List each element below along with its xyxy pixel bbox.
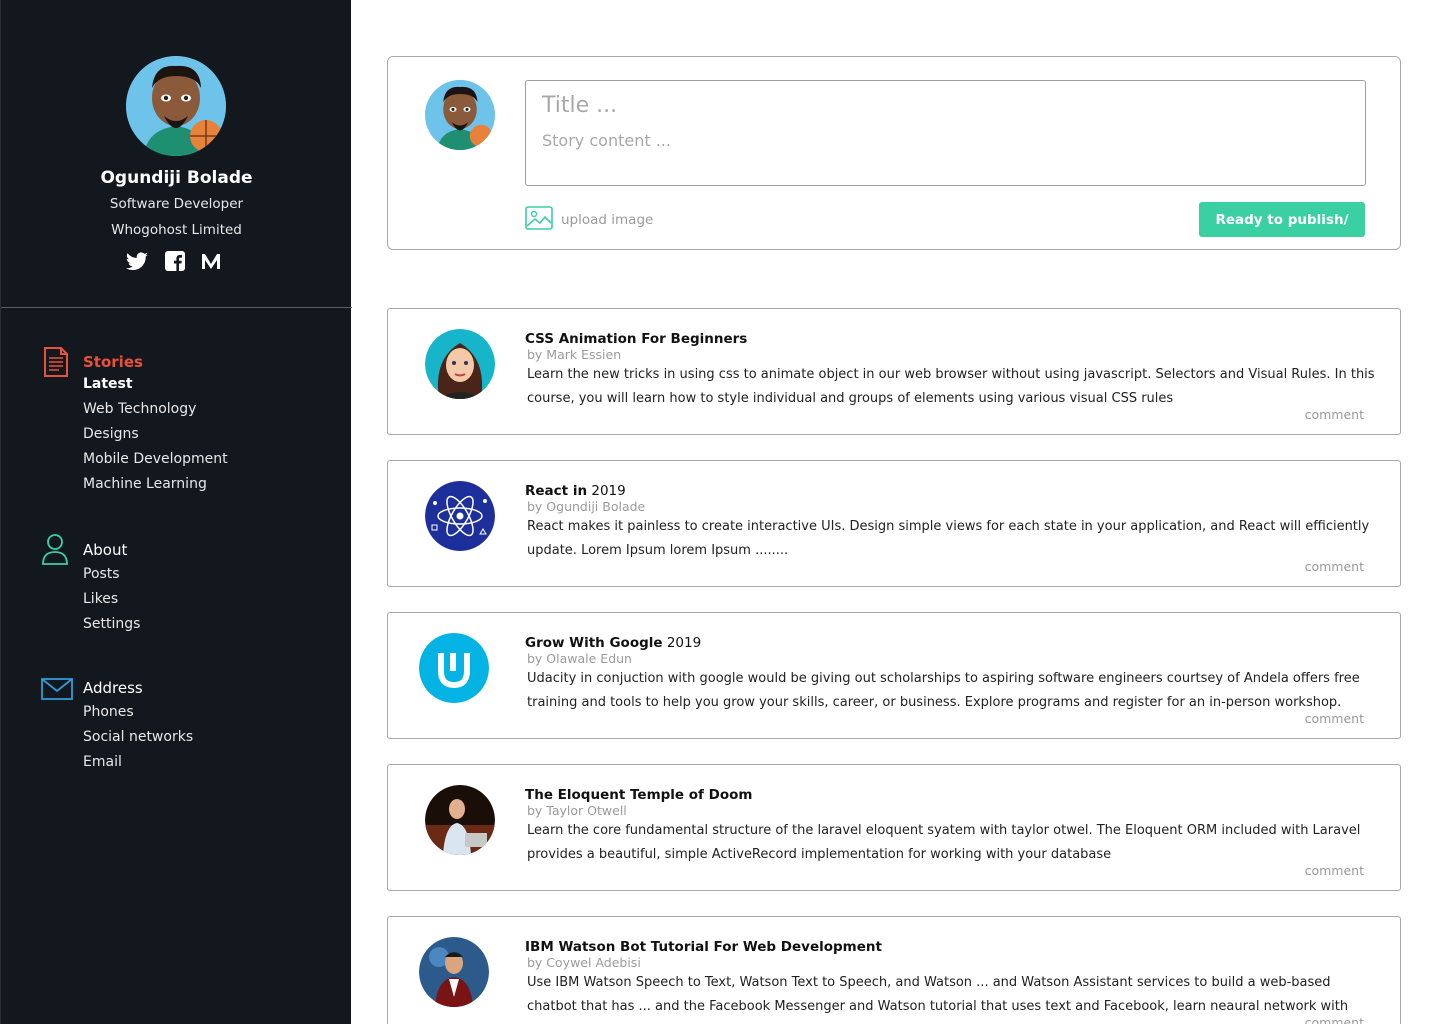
nav-group-about: About Posts Likes Settings [1, 530, 352, 640]
upload-image-button[interactable]: upload image [525, 206, 654, 234]
nav-item-machine-learning[interactable]: Machine Learning [83, 476, 207, 492]
nav-item-mobile-development[interactable]: Mobile Development [83, 451, 228, 467]
story-title[interactable]: React in 2019 [525, 483, 626, 499]
facebook-icon[interactable] [164, 250, 188, 274]
story-title[interactable]: IBM Watson Bot Tutorial For Web Developm… [525, 939, 882, 955]
story-body: Udacity in conjuction with google would … [527, 671, 1360, 710]
story-author[interactable]: by Taylor Otwell [527, 803, 627, 818]
story-composer: upload image Ready to publish/ [387, 56, 1401, 250]
story-title[interactable]: The Eloquent Temple of Doom [525, 787, 752, 803]
profile-company: Whogohost Limited [111, 222, 242, 238]
story-title[interactable]: Grow With Google 2019 [525, 635, 701, 651]
document-icon [41, 346, 71, 377]
story-author[interactable]: by Ogundiji Bolade [527, 499, 645, 514]
story-content-input[interactable] [542, 131, 1342, 150]
twitter-icon[interactable] [124, 250, 148, 274]
profile-role: Software Developer [109, 196, 244, 212]
nav-address[interactable]: Address [83, 679, 143, 697]
social-links [122, 250, 232, 274]
comment-link[interactable]: comment [1305, 1015, 1364, 1024]
user-icon [41, 532, 71, 565]
comment-link[interactable]: comment [1305, 863, 1364, 878]
nav-item-settings[interactable]: Settings [83, 616, 140, 632]
avatar [425, 80, 495, 150]
publish-button[interactable]: Ready to publish/ [1199, 202, 1365, 237]
story-body: Learn the new tricks in using css to ani… [527, 367, 1375, 406]
nav-item-likes[interactable]: Likes [83, 591, 118, 607]
nav-item-email[interactable]: Email [83, 754, 122, 770]
story-body: Learn the core fundamental structure of … [527, 823, 1361, 862]
nav-item-posts[interactable]: Posts [83, 566, 120, 582]
story-title[interactable]: CSS Animation For Beginners [525, 331, 747, 347]
story-card[interactable]: IBM Watson Bot Tutorial For Web Developm… [387, 916, 1401, 1024]
profile-panel: Ogundiji Bolade Software Developer Whogo… [1, 0, 352, 308]
nav-item-social-networks[interactable]: Social networks [83, 729, 193, 745]
story-card[interactable]: CSS Animation For Beginners by Mark Essi… [387, 308, 1401, 435]
story-author[interactable]: by Mark Essien [527, 347, 621, 362]
nav-about[interactable]: About [83, 541, 127, 559]
upload-image-label: upload image [561, 212, 654, 228]
story-author[interactable]: by Coywel Adebisi [527, 955, 641, 970]
sidebar: Ogundiji Bolade Software Developer Whogo… [0, 0, 352, 1024]
profile-name: Ogundiji Bolade [100, 168, 253, 188]
app-root: Ogundiji Bolade Software Developer Whogo… [0, 0, 1440, 1024]
nav-item-latest[interactable]: Latest [83, 376, 133, 392]
nav-group-address: Address Phones Social networks Email [1, 668, 352, 778]
comment-link[interactable]: comment [1305, 407, 1364, 422]
comment-link[interactable]: comment [1305, 711, 1364, 726]
author-avatar [419, 633, 489, 703]
medium-icon[interactable] [200, 250, 224, 274]
story-card[interactable]: Grow With Google 2019 by Olawale Edun Ud… [387, 612, 1401, 739]
story-card[interactable]: The Eloquent Temple of Doom by Taylor Ot… [387, 764, 1401, 891]
author-avatar [425, 785, 495, 855]
story-body: React makes it painless to create intera… [527, 519, 1370, 558]
story-body: Use IBM Watson Speech to Text, Watson Te… [527, 975, 1349, 1024]
author-avatar [419, 937, 489, 1007]
mail-icon [41, 678, 73, 708]
nav-item-designs[interactable]: Designs [83, 426, 139, 442]
author-avatar [425, 329, 495, 399]
story-editor [525, 80, 1366, 186]
avatar[interactable] [126, 56, 226, 156]
nav-stories[interactable]: Stories [83, 353, 143, 371]
story-author[interactable]: by Olawale Edun [527, 651, 632, 666]
image-icon [525, 206, 553, 234]
nav-item-phones[interactable]: Phones [83, 704, 134, 720]
comment-link[interactable]: comment [1305, 559, 1364, 574]
nav-item-web-technology[interactable]: Web Technology [83, 401, 196, 417]
title-input[interactable] [542, 93, 1342, 118]
nav-group-stories: Stories Latest Web Technology Designs Mo… [1, 340, 352, 500]
author-avatar [425, 481, 495, 551]
story-card[interactable]: React in 2019 by Ogundiji Bolade React m… [387, 460, 1401, 587]
